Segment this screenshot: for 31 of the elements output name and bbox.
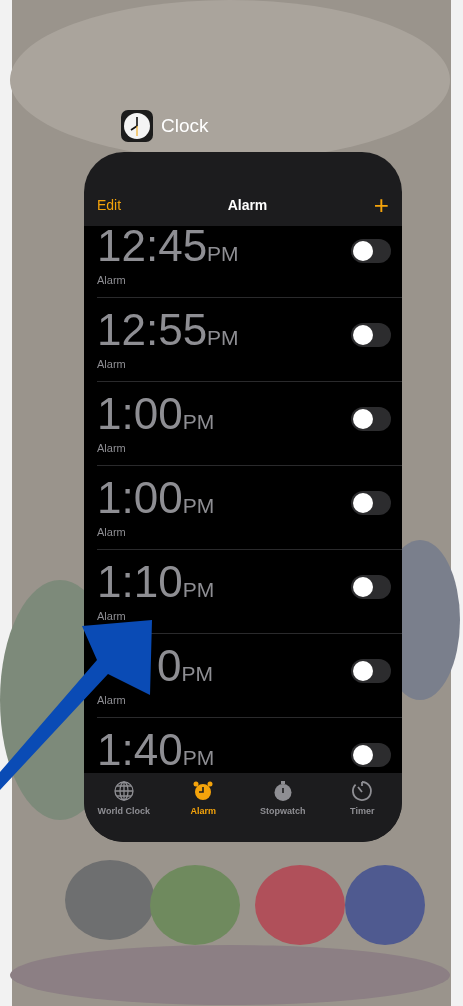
add-button[interactable]: + — [373, 192, 389, 218]
alarm-toggle[interactable] — [351, 491, 391, 515]
clock-app-icon — [121, 110, 153, 142]
app-label: Clock — [161, 113, 209, 138]
alarm-time: 12:45PM — [97, 226, 239, 268]
timer-icon — [350, 779, 375, 803]
tab-item[interactable]: Alarm — [163, 779, 243, 819]
edit-button[interactable]: Edit — [97, 194, 122, 216]
tab-item[interactable]: Stopwatch — [243, 779, 323, 819]
alarm-toggle[interactable] — [351, 743, 391, 767]
alarm-label: Alarm — [97, 610, 126, 623]
alarm-time: 12:55PM — [97, 308, 239, 352]
alarm-toggle[interactable] — [351, 575, 391, 599]
alarm-toggle[interactable] — [351, 323, 391, 347]
alarm-time: 1:40PM — [97, 728, 215, 772]
globe-icon — [111, 779, 136, 803]
alarm-time: 1:10PM — [97, 560, 215, 604]
nav-title: Alarm — [227, 195, 268, 215]
alarm-time: 1:00PM — [97, 392, 215, 436]
alarm-time: 0PM — [157, 644, 213, 688]
alarm-label: Alarm — [97, 274, 126, 287]
alarm-toggle[interactable] — [351, 239, 391, 263]
tab-item[interactable]: Timer — [322, 779, 402, 819]
alarm-toggle[interactable] — [351, 659, 391, 683]
alarm-label: Alarm — [97, 442, 126, 455]
alarm-label: Alarm — [97, 694, 126, 707]
alarm-label: Alarm — [97, 358, 126, 371]
alarm-label: Alarm — [97, 526, 126, 539]
alarm-toggle[interactable] — [351, 407, 391, 431]
tab-item[interactable]: World Clock — [84, 779, 164, 819]
alarm-time: 1:00PM — [97, 476, 215, 520]
